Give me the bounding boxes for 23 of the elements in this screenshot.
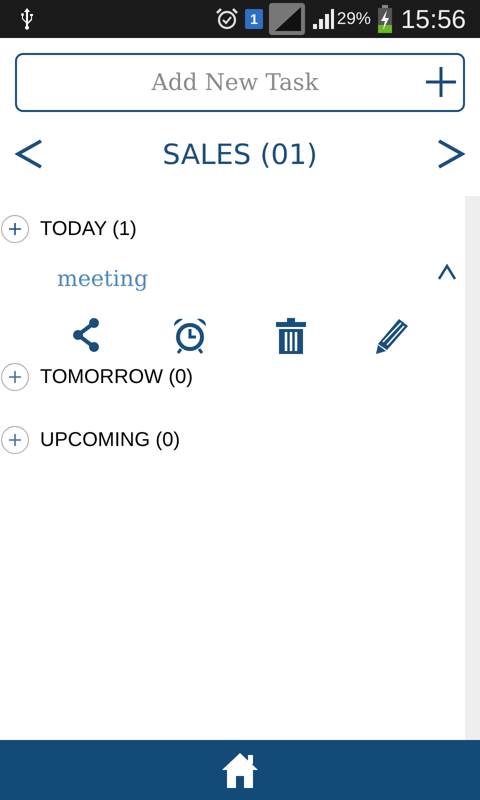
usb-icon — [20, 8, 34, 30]
expand-circle-icon[interactable] — [1, 363, 29, 391]
sim-card-badge: 1 — [245, 9, 263, 29]
charging-battery-icon — [376, 5, 393, 33]
pencil-icon[interactable] — [375, 318, 410, 355]
section-header[interactable]: TOMORROW (0) — [40, 366, 193, 388]
expand-circle-icon[interactable] — [1, 215, 29, 243]
section-header[interactable]: UPCOMING (0) — [40, 428, 180, 452]
clock-time: 15:56 — [400, 4, 466, 34]
expand-circle-icon[interactable] — [1, 426, 29, 454]
trash-icon[interactable] — [274, 318, 308, 355]
signal-icon — [310, 7, 335, 31]
section-header[interactable]: TODAY (1) — [40, 218, 137, 240]
collapse-caret-icon[interactable] — [437, 264, 457, 280]
alarm-clock-icon — [215, 7, 240, 31]
signal-icon — [268, 3, 305, 35]
task-title[interactable]: meeting — [57, 266, 148, 292]
add-task-field[interactable]: Add New Task — [15, 53, 465, 112]
alarm-clock-icon[interactable] — [172, 318, 207, 355]
category-title: SALES (01) — [162, 138, 318, 170]
battery-percent: 29% — [336, 9, 371, 29]
home-icon[interactable] — [221, 751, 259, 789]
add-icon[interactable] — [425, 66, 457, 98]
